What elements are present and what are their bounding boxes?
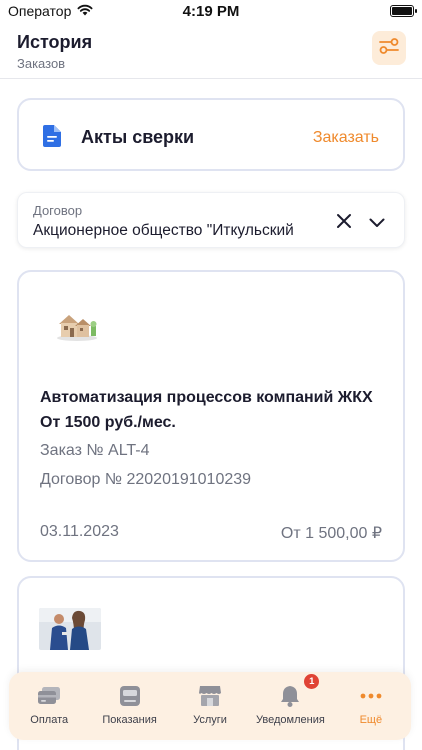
chevron-down-icon[interactable] <box>369 215 385 233</box>
order-date: 03.11.2023 <box>40 523 119 540</box>
more-dots-icon <box>359 684 383 708</box>
tab-bar: Оплата Показания Услуги 1 Уведомления Ещ… <box>9 672 411 740</box>
tab-label: Услуги <box>193 714 227 726</box>
tab-label: Уведомления <box>256 714 325 726</box>
filter-button[interactable] <box>372 31 406 65</box>
contract-label: Договор <box>33 203 83 218</box>
acts-title: Акты сверки <box>81 127 195 147</box>
header-divider <box>0 78 422 79</box>
order-image <box>55 308 99 342</box>
tab-more[interactable]: Ещё <box>331 672 411 740</box>
order-acts-button[interactable]: Заказать <box>313 129 379 147</box>
clear-icon[interactable] <box>336 213 352 234</box>
page-subtitle: Заказов <box>17 56 66 71</box>
tab-notifications[interactable]: 1 Уведомления <box>250 672 330 740</box>
contract-select[interactable]: Договор Акционерное общество "Иткульский <box>17 192 405 248</box>
contract-value: Акционерное общество "Иткульский <box>33 222 294 239</box>
order-card[interactable]: Автоматизация процессов компаний ЖКХ От … <box>17 270 405 562</box>
order-price: От 1 500,00 ₽ <box>280 525 382 542</box>
tab-payment[interactable]: Оплата <box>9 672 89 740</box>
payment-icon <box>37 684 61 708</box>
header: История Заказов <box>0 30 422 78</box>
battery-icon <box>390 5 417 17</box>
tab-label: Ещё <box>359 714 383 726</box>
store-icon <box>198 684 222 708</box>
tab-label: Показания <box>102 714 157 726</box>
tab-meters[interactable]: Показания <box>89 672 169 740</box>
tab-services[interactable]: Услуги <box>170 672 250 740</box>
document-icon <box>43 125 61 152</box>
acts-card[interactable]: Акты сверки Заказать <box>17 98 405 171</box>
notification-badge: 1 <box>304 674 320 689</box>
tab-label: Оплата <box>30 714 69 726</box>
order-contract-number: Договор № 22020191010239 <box>40 471 252 488</box>
page-title: История <box>17 32 93 52</box>
order-image <box>39 608 101 650</box>
order-title: Автоматизация процессов компаний ЖКХ От … <box>40 389 373 431</box>
status-bar: Оператор 4:19 PM <box>0 0 422 24</box>
meter-icon <box>118 684 142 708</box>
order-number: Заказ № ALT-4 <box>40 442 150 459</box>
bell-icon <box>278 684 302 708</box>
filter-icon <box>378 36 400 61</box>
status-time: 4:19 PM <box>182 3 240 20</box>
